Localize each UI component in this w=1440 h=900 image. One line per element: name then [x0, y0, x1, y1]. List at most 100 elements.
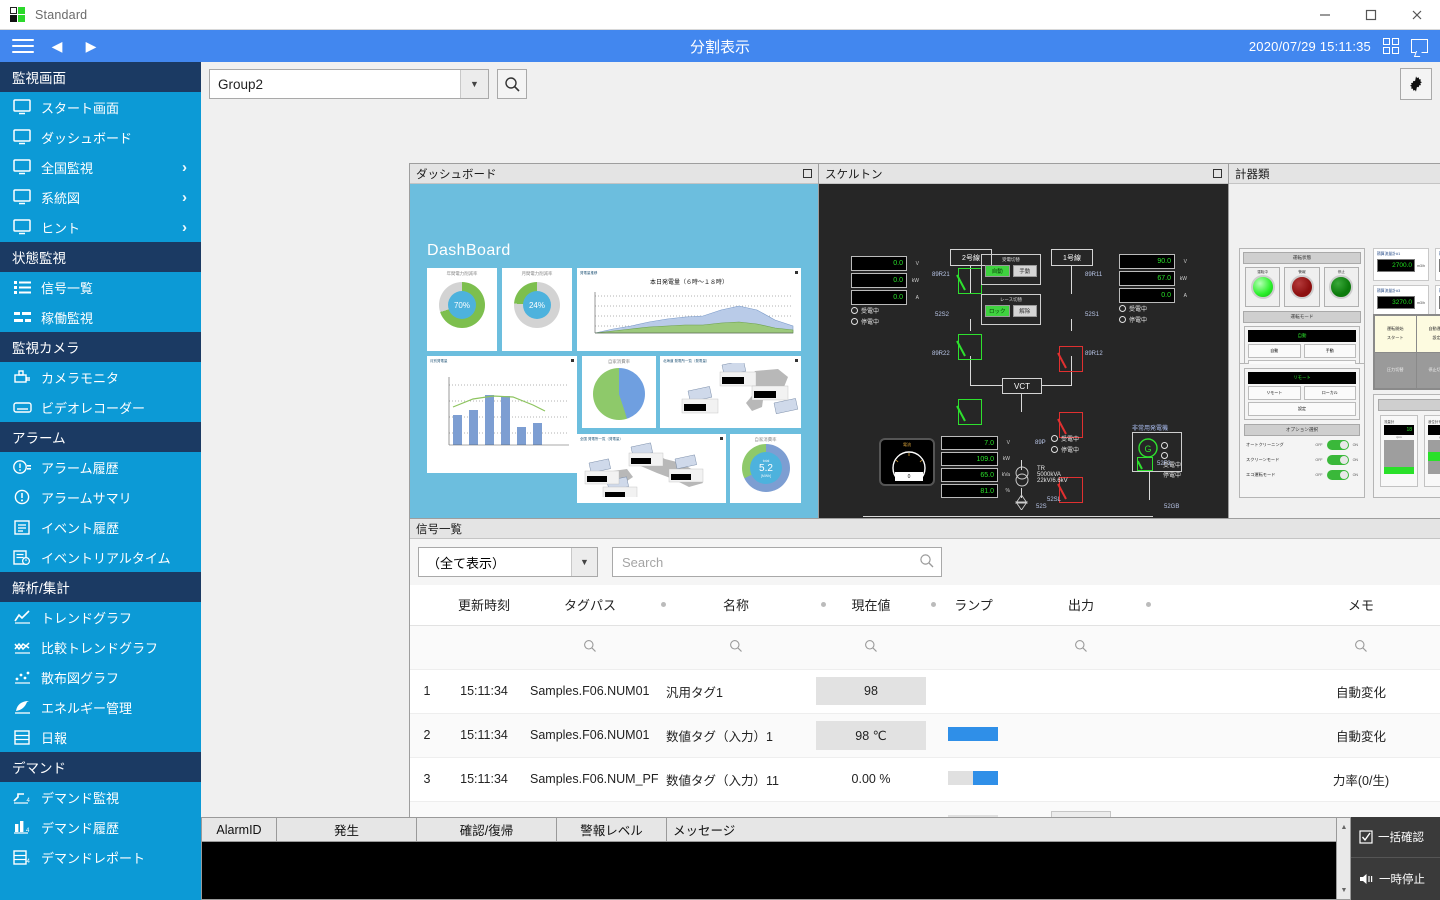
mode1-auto-button[interactable]: 自動	[1248, 344, 1301, 358]
switch-52G[interactable]	[1137, 457, 1153, 471]
switch-89R21[interactable]	[958, 268, 982, 294]
sidebar-item-1-0[interactable]: 信号一覧	[0, 272, 201, 302]
col-header-output[interactable]: 出力	[1021, 585, 1141, 625]
chevron-right-icon[interactable]: ›	[182, 219, 187, 236]
filter-cell-6[interactable]	[1021, 625, 1141, 669]
sidebar-item-4-0[interactable]: トレンドグラフ	[0, 602, 201, 632]
lamp-box-0[interactable]: 運転中	[1245, 267, 1280, 307]
switch-89R22[interactable]	[958, 399, 982, 425]
switch-89R11[interactable]	[1059, 346, 1083, 372]
switch-52S2[interactable]	[958, 334, 982, 360]
chevron-right-icon[interactable]: ›	[182, 159, 187, 176]
sidebar-item-0-0[interactable]: スタート画面	[0, 92, 201, 122]
filter-cell-3[interactable]	[656, 625, 816, 669]
minimize-button[interactable]	[1302, 0, 1348, 30]
dashboard-tile-gauge2[interactable]: 月間電力削減率 24%	[502, 268, 572, 351]
lamp-box-1[interactable]: 警報	[1284, 267, 1319, 307]
sidebar-item-3-0[interactable]: アラーム履歴	[0, 452, 201, 482]
alarm-column-header-2[interactable]: 確認/復帰	[417, 818, 557, 841]
table-row[interactable]: 315:11:34Samples.F06.NUM_PF数値タグ（入力）110.0…	[410, 757, 1440, 801]
chevron-down-icon[interactable]: ▼	[571, 548, 597, 576]
function-button-0[interactable]: 運転開始スタート	[1375, 316, 1416, 352]
toggle-autocleaning[interactable]	[1327, 440, 1349, 450]
chevron-down-icon[interactable]: ▼	[460, 70, 488, 98]
mode2-remote-button[interactable]: リモート	[1248, 386, 1301, 400]
table-row[interactable]: 115:11:34Samples.F06.NUM01汎用タグ198自動変化…	[410, 669, 1440, 713]
btn-race-lock[interactable]: ロック	[985, 305, 1010, 317]
sidebar-item-0-2[interactable]: 全国監視›	[0, 152, 201, 182]
col-header-index[interactable]	[410, 585, 444, 625]
btn-race-release[interactable]: 解除	[1013, 305, 1038, 317]
cell-value[interactable]: 98 ℃	[816, 713, 926, 757]
cell-value[interactable]: 0.00 %	[816, 757, 926, 801]
sidebar-item-2-1[interactable]: ビデオレコーダー	[0, 392, 201, 422]
col-header-tagpath[interactable]: タグパス	[524, 585, 656, 625]
sidebar-item-3-3[interactable]: イベントリアルタイム	[0, 542, 201, 572]
sidebar-item-0-1[interactable]: ダッシュボード	[0, 122, 201, 152]
close-button[interactable]	[1394, 0, 1440, 30]
function-button-7[interactable]: 停止切替	[1417, 353, 1440, 389]
alarm-scrollbar[interactable]: ▲ ▼	[1336, 818, 1350, 899]
ack-all-button[interactable]: 一括確認	[1351, 817, 1440, 858]
table-row[interactable]: 215:11:34Samples.F06.NUM01数値タグ（入力）198 ℃自…	[410, 713, 1440, 757]
workspace-settings-button[interactable]	[1400, 68, 1432, 100]
back-arrow-icon[interactable]: ◀	[40, 39, 74, 53]
sidebar-item-0-3[interactable]: 系統図›	[0, 182, 201, 212]
dashboard-tile-pie[interactable]: 自家消費率	[582, 356, 656, 428]
chevron-right-icon[interactable]: ›	[182, 189, 187, 206]
filter-cell-7[interactable]	[1141, 625, 1440, 669]
sidebar-item-5-0[interactable]: 4デマンド監視	[0, 782, 201, 812]
mute-button[interactable]: 一時停止	[1351, 858, 1440, 899]
signal-filter-select[interactable]: （全て表示） ▼	[418, 547, 598, 577]
dashboard-tile-map-japan[interactable]: 全国 発電所一覧（発電量）	[577, 434, 726, 503]
alarm-column-header-0[interactable]: AlarmID	[202, 818, 277, 841]
alarm-column-header-1[interactable]: 発生	[277, 818, 417, 841]
lamp-box-2[interactable]: 停止	[1324, 267, 1359, 307]
filter-cell-4[interactable]	[816, 625, 926, 669]
col-header-value[interactable]: 現在値	[816, 585, 926, 625]
btn-juden-manual[interactable]: 手動	[1013, 265, 1038, 277]
function-button-1[interactable]: 自動運転設定	[1417, 316, 1440, 352]
sidebar-item-4-4[interactable]: 日報	[0, 722, 201, 752]
cell-value[interactable]: 98	[816, 669, 926, 713]
filter-cell-2[interactable]	[524, 625, 656, 669]
col-header-lamp[interactable]: ランプ	[926, 585, 1021, 625]
col-header-name[interactable]: 名称	[656, 585, 816, 625]
sidebar-item-0-4[interactable]: ヒント›	[0, 212, 201, 242]
mode1-manual-button[interactable]: 手動	[1304, 344, 1357, 358]
signal-search-input[interactable]: Search	[612, 547, 942, 577]
maximize-icon[interactable]	[803, 169, 812, 178]
dashboard-tile-bar-chart[interactable]: 月別発電量	[427, 356, 577, 473]
sidebar-item-4-1[interactable]: 比較トレンドグラフ	[0, 632, 201, 662]
dashboard-tile-donut-total[interactable]: 自家消費率 total 5.2 [MWh]	[730, 434, 801, 503]
scroll-down-icon[interactable]: ▼	[1337, 883, 1351, 897]
sidebar-item-2-0[interactable]: カメラモニタ	[0, 362, 201, 392]
maximize-button[interactable]	[1348, 0, 1394, 30]
sidebar-item-5-2[interactable]: 4デマンドレポート	[0, 842, 201, 872]
sidebar-item-5-1[interactable]: 4デマンド履歴	[0, 812, 201, 842]
toggle-screenmode[interactable]	[1327, 455, 1349, 465]
sidebar-item-3-1[interactable]: アラームサマリ	[0, 482, 201, 512]
group-select[interactable]: Group2 ▼	[209, 69, 489, 99]
option-row-2[interactable]: エコ運転モード OFF ON	[1246, 470, 1358, 480]
maximize-icon[interactable]	[1213, 169, 1222, 178]
group-search-button[interactable]	[497, 69, 527, 99]
sidebar-item-3-2[interactable]: イベント履歴	[0, 512, 201, 542]
col-header-memo[interactable]: メモ	[1141, 585, 1440, 625]
chat-bubble-icon[interactable]	[1411, 39, 1428, 53]
col-header-time[interactable]: 更新時刻	[444, 585, 524, 625]
hamburger-icon[interactable]	[6, 39, 40, 53]
grid-view-icon[interactable]	[1383, 38, 1399, 54]
function-button-6[interactable]: 圧力切替	[1375, 353, 1416, 389]
scroll-up-icon[interactable]: ▲	[1337, 820, 1351, 834]
dashboard-tile-map-hokkaido[interactable]: 北海道 発電所一覧（発電量）	[660, 356, 801, 428]
dashboard-tile-gauge1[interactable]: 年間電力削減率 70%	[427, 268, 497, 351]
alarm-column-header-4[interactable]: メッセージ	[667, 818, 1350, 841]
mode2-set-button[interactable]: 設定	[1248, 402, 1356, 416]
mode2-local-button[interactable]: ローカル	[1304, 386, 1357, 400]
option-row-1[interactable]: スクリーンモード OFF ON	[1246, 455, 1358, 465]
btn-juden-auto[interactable]: 自動	[985, 265, 1010, 277]
sidebar-item-1-1[interactable]: 稼働監視	[0, 302, 201, 332]
dashboard-tile-area-chart[interactable]: 発電量推移 本日発電量（６時～１８時）	[577, 268, 801, 351]
sidebar-item-4-2[interactable]: 散布図グラフ	[0, 662, 201, 692]
